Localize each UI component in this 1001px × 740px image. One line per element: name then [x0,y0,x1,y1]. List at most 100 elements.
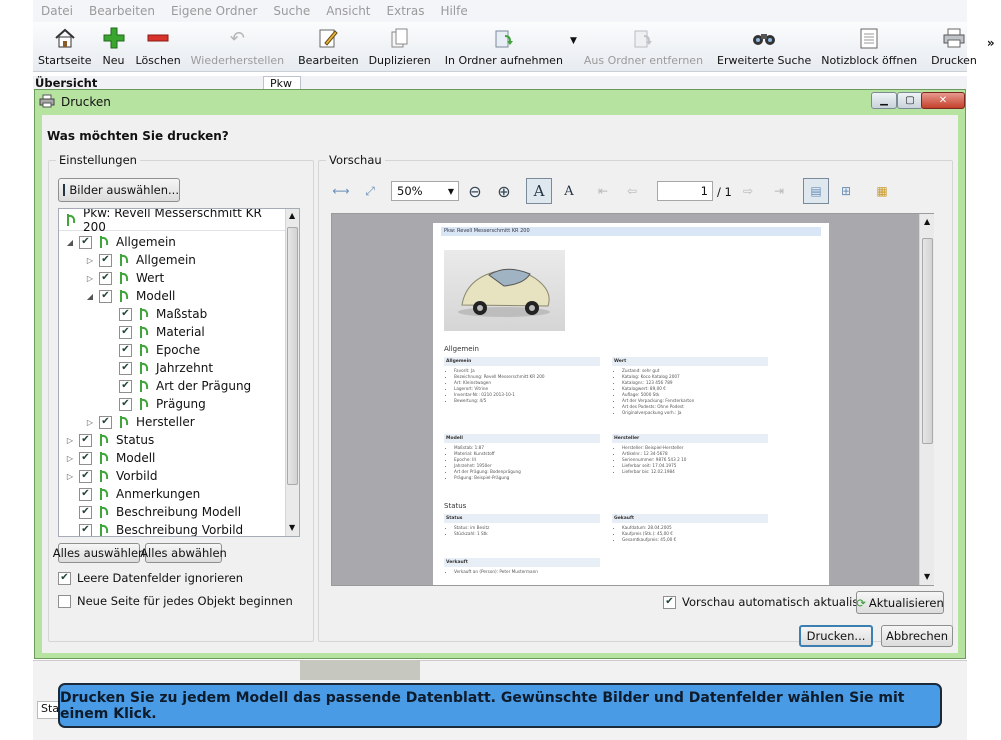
tree-item[interactable]: ✔ Jahrzehnt [105,359,213,377]
tree-item-checkbox[interactable]: ✔ [119,397,132,411]
expand-toggle-icon[interactable]: ▷ [85,418,95,427]
tree-item-checkbox[interactable]: ✔ [119,361,132,375]
ignore-empty-fields-checkbox[interactable]: ✔ [58,571,71,585]
tree-item[interactable]: ▷ ✔ Modell [65,449,155,467]
notepad-button[interactable]: Notizblock öffnen [816,22,922,70]
expand-toggle-icon[interactable]: ◢ [85,292,95,301]
tree-item-checkbox[interactable]: ✔ [119,307,132,321]
new-page-option[interactable]: Neue Seite für jedes Objekt beginnen [58,594,293,608]
next-page-button[interactable]: ⇨ [735,178,761,204]
tree-item[interactable]: ▷ ✔ Allgemein [85,251,196,269]
toolbar-overflow-button[interactable]: » [982,22,1000,70]
tree-item-checkbox[interactable]: ✔ [119,325,132,339]
expand-toggle-icon[interactable]: ▷ [85,274,95,283]
previous-page-button[interactable]: ⇦ [619,178,645,204]
font-larger-button[interactable]: A [526,178,552,204]
new-button[interactable]: Neu [97,22,131,70]
tree-item[interactable]: ▷ ✔ Hersteller [85,413,195,431]
tree-item-checkbox[interactable]: ✔ [119,379,132,393]
first-page-button[interactable]: ⇤ [590,178,616,204]
tree-item-checkbox[interactable]: ✔ [119,343,132,357]
preview-scroll-thumb[interactable] [922,238,933,444]
deselect-all-button[interactable]: Alles abwählen [140,543,227,563]
menu-item[interactable]: Suche [273,4,310,18]
tree-item[interactable]: ◢ ✔ Modell [85,287,175,305]
advanced-search-button[interactable]: Erweiterte Suche [712,22,816,70]
tree-item[interactable]: ▷ ✔ Wert [85,269,164,287]
preview-scrollbar[interactable]: ▲ ▼ [919,214,934,585]
expand-toggle-icon[interactable]: ▷ [65,472,75,481]
add-to-folder-button[interactable]: In Ordner aufnehmen [440,22,568,70]
page-setup-button[interactable]: ▦ [869,178,895,204]
scroll-down-arrow-icon[interactable]: ▼ [924,572,930,581]
tree-item[interactable]: ◢ ✔ Allgemein [65,233,176,251]
preview-canvas[interactable]: Pkw: Revell Messerschmitt KR 200 Allgeme… [331,213,934,586]
refresh-button[interactable]: ⟳ Aktualisieren [856,591,944,614]
expand-toggle-icon[interactable]: ▷ [65,454,75,463]
expand-toggle-icon[interactable]: ▷ [85,256,95,265]
ignore-empty-fields-option[interactable]: ✔ Leere Datenfelder ignorieren [58,571,243,585]
fit-width-button[interactable]: ⟷ [328,178,354,204]
tab-pkw[interactable]: Pkw [263,76,301,90]
remove-from-folder-button[interactable]: Aus Ordner entfernen [579,22,708,70]
menu-item[interactable]: Eigene Ordner [171,4,257,18]
tree-item-checkbox[interactable]: ✔ [79,487,92,501]
status-tab[interactable]: Sta [37,701,59,719]
single-page-view-button[interactable]: ▤ [803,178,829,204]
scroll-down-arrow-icon[interactable]: ▼ [289,523,295,532]
cancel-button[interactable]: Abbrechen [881,625,953,647]
tree-item-checkbox[interactable]: ✔ [79,505,92,519]
duplicate-button[interactable]: Duplizieren [364,22,436,70]
expand-toggle-icon[interactable]: ▷ [65,436,75,445]
tree-item[interactable]: ✔ Art der Prägung [105,377,251,395]
tree-item-checkbox[interactable]: ✔ [79,451,92,465]
home-button[interactable]: Startseite [33,22,97,70]
add-to-folder-dropdown[interactable]: ▼ [568,22,579,70]
close-button[interactable]: ✕ [921,92,965,109]
last-page-button[interactable]: ⇥ [766,178,792,204]
tree-item-checkbox[interactable]: ✔ [99,415,112,429]
tree-item-checkbox[interactable]: ✔ [79,469,92,483]
tree-scrollbar[interactable]: ▲ ▼ [285,209,299,536]
tree-item[interactable]: ▷ ✔ Vorbild [65,467,158,485]
print-confirm-button[interactable]: Drucken... [799,625,873,647]
tree-item[interactable]: ✔ Prägung [105,395,206,413]
scroll-up-arrow-icon[interactable]: ▲ [289,211,295,220]
zoom-in-button[interactable]: ⊕ [491,178,517,204]
edit-button[interactable]: Bearbeiten [293,22,363,70]
auto-refresh-option[interactable]: ✔ Vorschau automatisch aktualisieren [663,595,887,609]
menu-item[interactable]: Bearbeiten [89,4,155,18]
tree-item[interactable]: ✔ Material [105,323,205,341]
zoom-select[interactable]: 50% ▼ [391,181,459,201]
select-all-button[interactable]: Alles auswählen [53,543,145,563]
tree-scroll-thumb[interactable] [287,227,298,485]
page-number-input[interactable]: 1 [657,181,713,201]
font-smaller-button[interactable]: A [556,178,582,204]
tree-item-checkbox[interactable]: ✔ [79,433,92,447]
tree-item[interactable]: ✔ Beschreibung Modell [65,503,241,521]
tree-item[interactable]: ✔ Anmerkungen [65,485,200,503]
minimize-button[interactable]: ▁ [871,92,897,109]
tree-item-checkbox[interactable]: ✔ [79,523,92,536]
tree-item-checkbox[interactable]: ✔ [99,271,112,285]
zoom-out-button[interactable]: ⊖ [462,178,488,204]
tree-item-checkbox[interactable]: ✔ [79,235,92,249]
auto-refresh-checkbox[interactable]: ✔ [663,595,676,609]
tree-item[interactable]: ✔ Maßstab [105,305,207,323]
tree-item[interactable]: ✔ Beschreibung Vorbild [65,521,243,536]
restore-button[interactable]: ↶ Wiederherstellen [186,22,289,70]
expand-toggle-icon[interactable]: ◢ [65,238,75,247]
tree-root-item[interactable]: Pkw: Revell Messerschmitt KR 200 [59,209,285,234]
multi-page-view-button[interactable]: ⊞ [833,178,859,204]
field-tree[interactable]: Pkw: Revell Messerschmitt KR 200 ◢ ✔ Allge… [58,208,300,537]
tree-item[interactable]: ✔ Epoche [105,341,200,359]
delete-button[interactable]: Löschen [131,22,186,70]
scroll-up-arrow-icon[interactable]: ▲ [924,217,930,226]
fit-page-button[interactable]: ⤢ [357,178,383,204]
menu-item[interactable]: Datei [41,4,73,18]
new-page-checkbox[interactable] [58,594,71,608]
menu-item[interactable]: Hilfe [440,4,467,18]
tree-item-checkbox[interactable]: ✔ [99,253,112,267]
print-button[interactable]: Drucken [926,22,982,70]
tree-item[interactable]: ▷ ✔ Status [65,431,154,449]
